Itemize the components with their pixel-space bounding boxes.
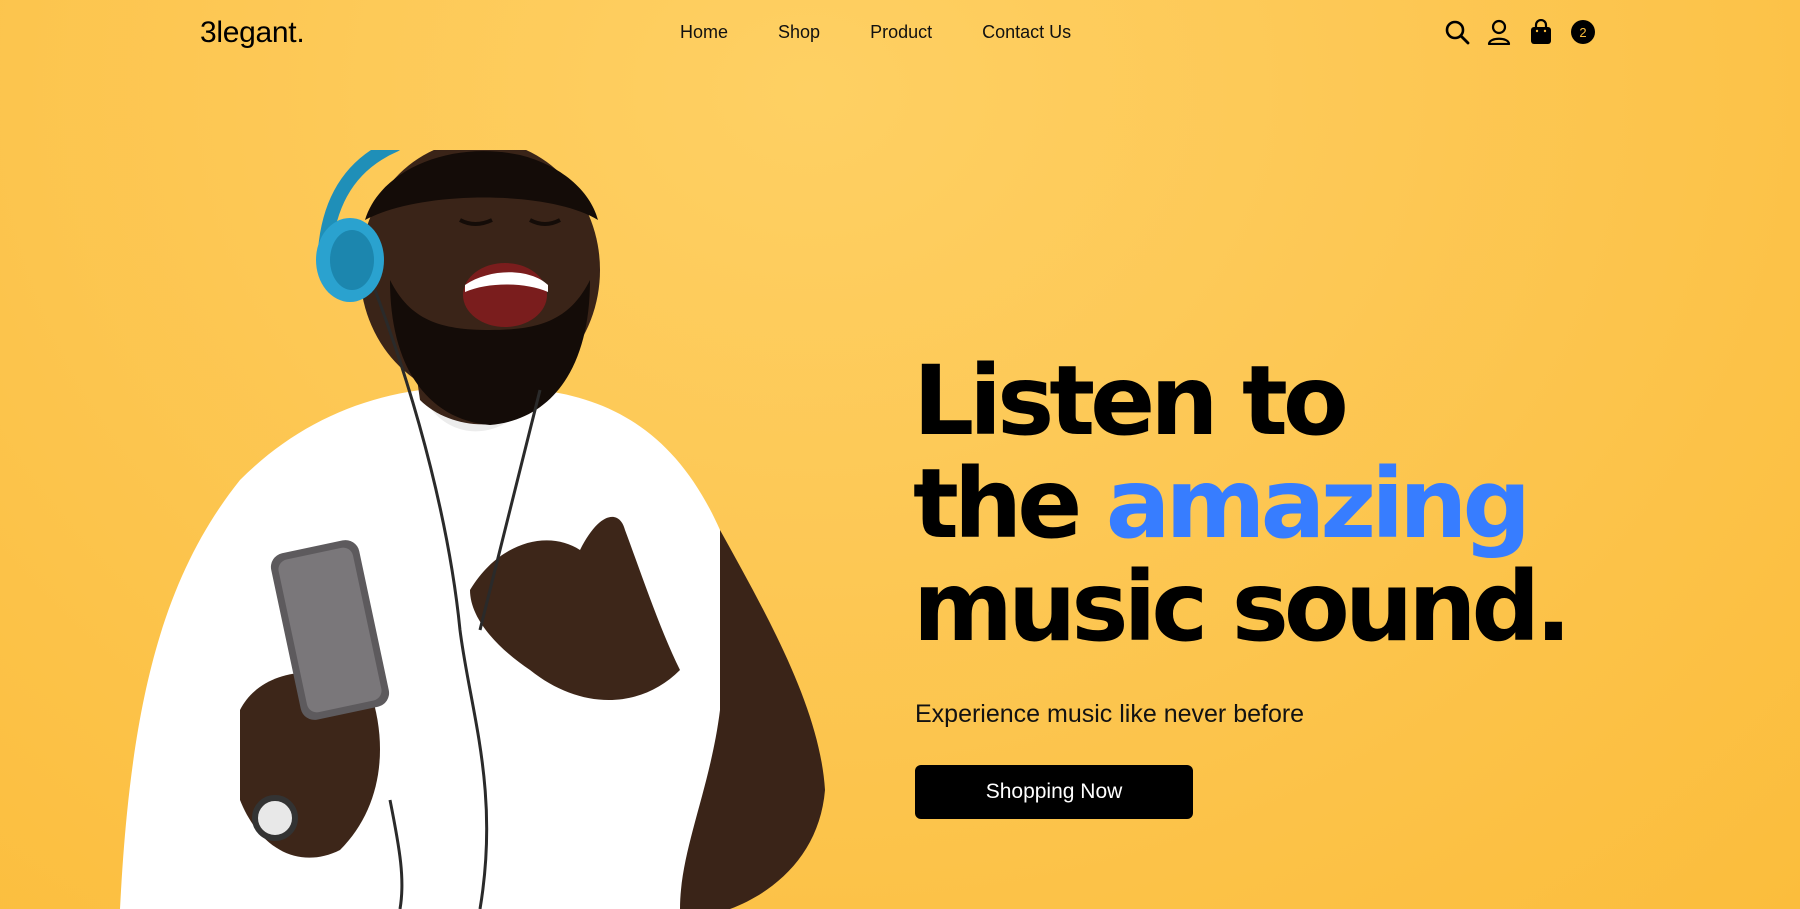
main-nav: Home Shop Product Contact Us (680, 22, 1121, 43)
account-button[interactable] (1485, 18, 1513, 46)
nav-item-product[interactable]: Product (870, 22, 932, 43)
headline-line-1: Listen to (913, 345, 1349, 457)
headline-accent-word: amazing (1105, 448, 1531, 560)
nav-item-contact-us[interactable]: Contact Us (982, 22, 1071, 43)
headline-line-2-plain: the (913, 448, 1106, 560)
cart-button[interactable] (1527, 18, 1555, 46)
search-button[interactable] (1443, 18, 1471, 46)
nav-item-home[interactable]: Home (680, 22, 728, 43)
shopping-now-button[interactable]: Shopping Now (915, 765, 1193, 819)
hero-headline: Listen to the amazing music sound. (913, 345, 1572, 663)
hero-image-man-with-headphones (120, 150, 825, 909)
headline-line-3: music sound. (913, 551, 1572, 663)
search-icon (1445, 20, 1470, 45)
headline-line-2: the amazing (913, 453, 1567, 556)
shopping-bag-icon (1531, 19, 1551, 44)
header-actions: 2 (1443, 18, 1595, 46)
nav-item-shop[interactable]: Shop (778, 22, 820, 43)
brand-logo[interactable]: 3legant. (200, 16, 305, 50)
cart-count-badge[interactable]: 2 (1571, 20, 1595, 44)
user-icon (1487, 19, 1511, 45)
hero-subtitle: Experience music like never before (915, 700, 1305, 728)
site-header: 3legant. Home Shop Product Contact Us 2 (0, 0, 1800, 70)
